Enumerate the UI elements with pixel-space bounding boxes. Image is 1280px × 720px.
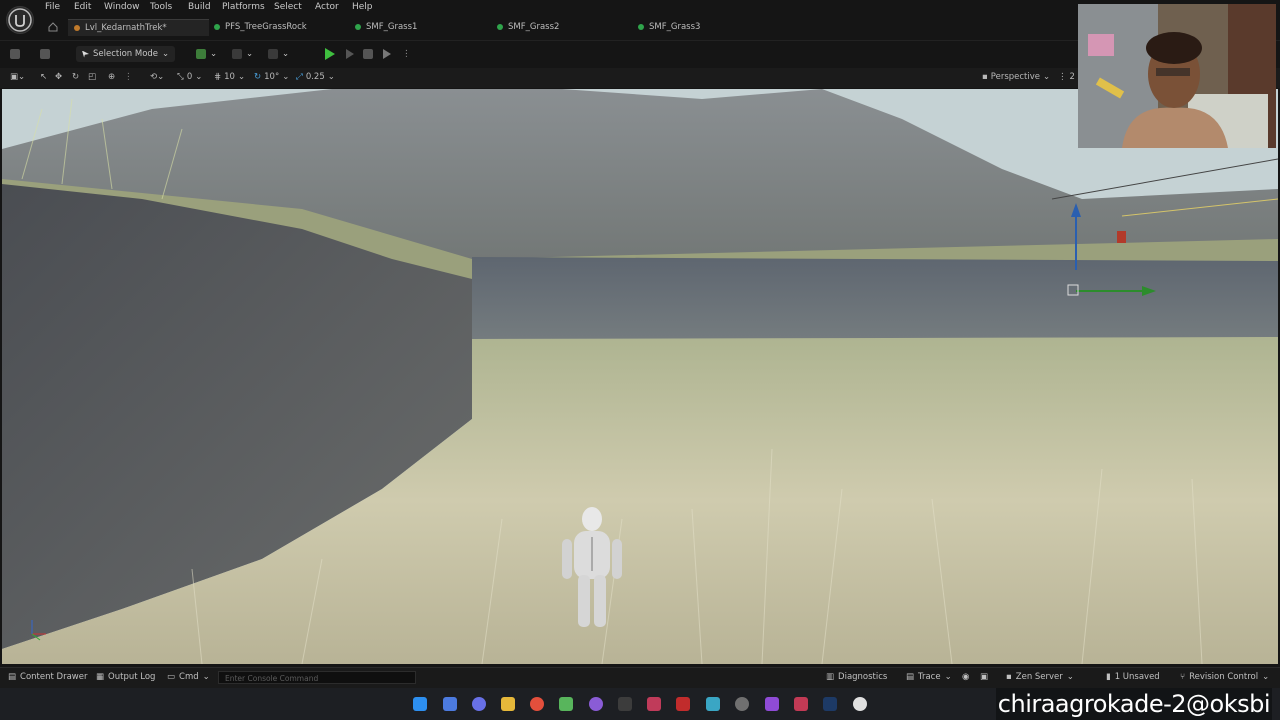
angle-snap-toggle[interactable]: ↻ 10° ⌄	[254, 72, 289, 82]
tab-asset-1[interactable]: PFS_TreeGrassRock	[214, 19, 307, 35]
translate-tool-icon[interactable]: ✥	[55, 72, 62, 82]
scale-icon: ⤢	[296, 72, 303, 82]
chrome-icon[interactable]	[530, 697, 544, 711]
browse-icon[interactable]	[40, 46, 50, 62]
unreal-engine-icon[interactable]	[853, 697, 867, 711]
grid-icon: ⋕	[214, 72, 222, 82]
more-options-icon[interactable]: ⋮	[402, 46, 411, 62]
snap-icon: ⤡	[177, 72, 184, 82]
file-explorer-icon[interactable]	[501, 697, 515, 711]
rotate-tool-icon[interactable]: ↻	[72, 72, 79, 82]
rotation-snap-toggle[interactable]: ⤡ 0 ⌄	[177, 72, 202, 82]
file-icon: ▮	[1106, 672, 1111, 682]
more-tools-icon[interactable]: ⋮	[124, 72, 133, 82]
taskbar-app-icon[interactable]	[735, 697, 749, 711]
upi-watermark: chiraagrokade-2@oksbi	[995, 688, 1272, 720]
taskbar-app-icon[interactable]	[676, 697, 690, 711]
discord-icon[interactable]	[472, 697, 486, 711]
asset-icon	[497, 24, 503, 30]
menu-select[interactable]: Select	[274, 2, 302, 12]
selection-mode-dropdown[interactable]: Selection Mode ⌄	[76, 46, 176, 62]
menu-help[interactable]: Help	[352, 2, 373, 12]
world-space-icon[interactable]: ⊕	[108, 72, 115, 82]
revision-control-dropdown[interactable]: ⑂ Revision Control ⌄	[1180, 672, 1269, 682]
screenshot-icon[interactable]: ▣	[980, 672, 988, 682]
save-icon[interactable]	[10, 46, 20, 62]
revision-icon: ⑂	[1180, 672, 1186, 682]
tab-asset-3[interactable]: SMF_Grass2	[497, 19, 559, 35]
camera-speed[interactable]: ⋮ 2	[1058, 72, 1075, 82]
scale-snap-toggle[interactable]: ⤢ 0.25 ⌄	[296, 72, 335, 82]
taskbar-app-icon[interactable]	[794, 697, 808, 711]
view-mode-dropdown[interactable]: ▪ Perspective ⌄	[982, 72, 1050, 82]
notepad-icon[interactable]	[559, 697, 573, 711]
step-icon[interactable]	[344, 46, 356, 62]
select-tool-icon[interactable]: ↖	[40, 72, 47, 82]
cinematics-icon[interactable]: ⌄	[268, 46, 289, 62]
home-icon[interactable]	[48, 22, 58, 32]
menu-tools[interactable]: Tools	[150, 2, 172, 12]
scene-render	[2, 89, 1278, 664]
camera-icon: ▪	[982, 72, 988, 82]
unreal-logo-icon[interactable]	[6, 6, 34, 34]
add-actor-icon[interactable]: ⌄	[196, 46, 217, 62]
drawer-icon: ▤	[8, 672, 17, 682]
console-command-input[interactable]: Enter Console Command	[218, 671, 416, 684]
surface-snap-icon[interactable]: ⟲⌄	[150, 72, 164, 82]
viewport-options-icon[interactable]: ▣⌄	[10, 72, 25, 82]
status-bar: ▤ Content Drawer ▦ Output Log ▭ Cmd ⌄ Enter …	[0, 667, 1280, 688]
menu-file[interactable]: File	[45, 2, 60, 12]
windows-start-icon[interactable]	[413, 697, 427, 711]
unsaved-button[interactable]: ▮ 1 Unsaved	[1106, 672, 1160, 682]
level-viewport[interactable]	[2, 89, 1278, 664]
eject-icon[interactable]	[381, 46, 393, 62]
menu-window[interactable]: Window	[104, 2, 140, 12]
server-icon: ▪	[1006, 672, 1012, 682]
terminal-icon: ▭	[167, 672, 176, 682]
photoshop-icon[interactable]	[823, 697, 837, 711]
menu-actor[interactable]: Actor	[315, 2, 339, 12]
asset-icon	[214, 24, 220, 30]
diagnostics-icon: ▥	[826, 672, 835, 682]
asset-icon	[355, 24, 361, 30]
tab-asset-2[interactable]: SMF_Grass1	[355, 19, 417, 35]
level-icon	[74, 25, 80, 31]
cmd-dropdown[interactable]: ▭ Cmd ⌄	[167, 672, 210, 682]
camera-speed-icon: ⋮	[1058, 72, 1067, 82]
zen-server-dropdown[interactable]: ▪ Zen Server ⌄	[1006, 672, 1074, 682]
menu-build[interactable]: Build	[188, 2, 211, 12]
chevron-down-icon: ⌄	[162, 49, 170, 59]
terminal-icon[interactable]	[618, 697, 632, 711]
github-icon[interactable]	[589, 697, 603, 711]
trace-dropdown[interactable]: ▤ Trace ⌄	[906, 672, 952, 682]
cursor-icon	[82, 50, 89, 58]
tab-level[interactable]: Lvl_KedarnathTrek*	[68, 19, 209, 36]
tab-asset-4[interactable]: SMF_Grass3	[638, 19, 700, 35]
visual-studio-icon[interactable]	[765, 697, 779, 711]
scale-tool-icon[interactable]: ◰	[88, 72, 96, 82]
angle-icon: ↻	[254, 72, 262, 82]
stop-icon[interactable]	[363, 46, 373, 62]
log-icon: ▦	[96, 672, 105, 682]
play-icon[interactable]	[324, 46, 336, 62]
taskbar-app-icon[interactable]	[647, 697, 661, 711]
trace-icon: ▤	[906, 672, 915, 682]
record-icon[interactable]: ◉	[962, 672, 969, 682]
menu-edit[interactable]: Edit	[74, 2, 91, 12]
diagnostics-button[interactable]: ▥ Diagnostics	[826, 672, 887, 682]
grid-snap-toggle[interactable]: ⋕ 10 ⌄	[214, 72, 245, 82]
output-log-button[interactable]: ▦ Output Log	[96, 672, 155, 682]
blueprint-icon[interactable]: ⌄	[232, 46, 253, 62]
menu-platforms[interactable]: Platforms	[222, 2, 265, 12]
webcam-overlay	[1078, 4, 1276, 148]
asset-icon	[638, 24, 644, 30]
content-drawer-button[interactable]: ▤ Content Drawer	[8, 672, 87, 682]
taskbar-app-icon[interactable]	[706, 697, 720, 711]
webcam-image	[1078, 4, 1276, 148]
taskbar-app-icon[interactable]	[443, 697, 457, 711]
